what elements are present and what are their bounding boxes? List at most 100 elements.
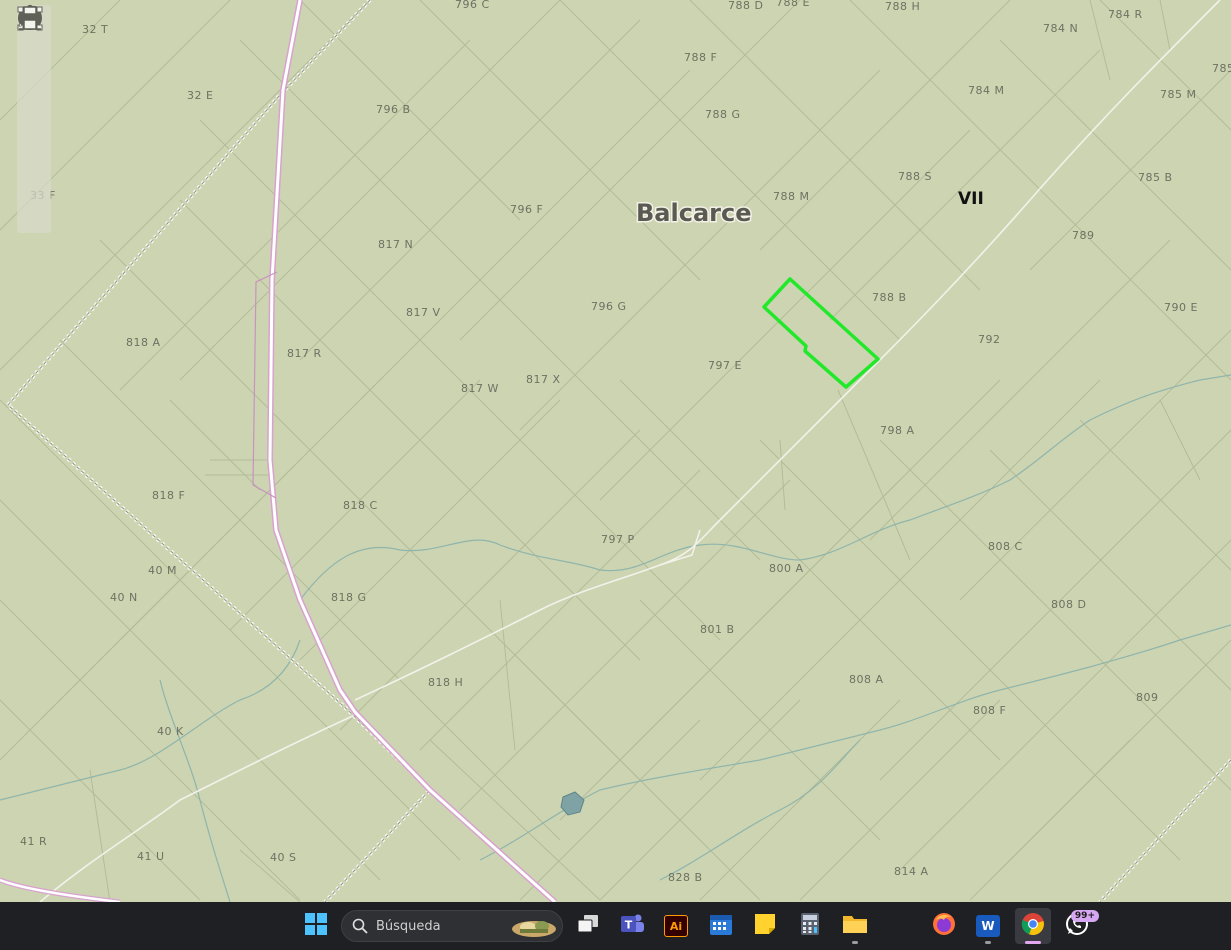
- parcel-label: 817 X: [526, 373, 561, 386]
- parcel-label: 784 M: [968, 84, 1004, 97]
- parcel-label: 818 H: [428, 676, 463, 689]
- task-view-button[interactable]: [570, 908, 606, 944]
- parcel-label: 796 B: [376, 103, 411, 116]
- pond: [560, 791, 585, 816]
- parcel-label: 32 T: [82, 23, 108, 36]
- parcel-label: 788 G: [705, 108, 741, 121]
- illustrator-icon-text: Ai: [669, 919, 683, 933]
- parcel-label: 788 F: [684, 51, 717, 64]
- info-icon[interactable]: [18, 6, 48, 131]
- illustrator-button[interactable]: Ai: [658, 908, 694, 944]
- parcel-label: 808 C: [988, 540, 1023, 553]
- search-placeholder: Búsqueda: [376, 918, 441, 934]
- map-canvas[interactable]: 796 C 788 D 788 E 788 H 784 R 784 N 785 …: [0, 0, 1231, 902]
- search-highlight-image: [510, 915, 558, 939]
- parcel-label: 808 F: [973, 704, 1006, 717]
- parcel-label: 788 S: [898, 170, 932, 183]
- parcel-labels: 796 C 788 D 788 E 788 H 784 R 784 N 785 …: [20, 0, 1231, 884]
- parcel-label: 814 A: [894, 865, 929, 878]
- parcel-label: 817 W: [461, 382, 499, 395]
- minor-roads: [39, 0, 1221, 902]
- zone-label: VII: [958, 189, 984, 209]
- parcel-label: 788 H: [885, 0, 920, 13]
- cadastral-map[interactable]: 796 C 788 D 788 E 788 H 784 R 784 N 785 …: [0, 0, 1231, 902]
- highway[interactable]: [268, 0, 557, 902]
- parcel-label: 818 A: [126, 336, 161, 349]
- calculator-icon: [799, 912, 821, 940]
- calendar-button[interactable]: [703, 908, 739, 944]
- parcel-label: 790 E: [1164, 301, 1198, 314]
- parcel-label: 817 R: [287, 347, 322, 360]
- parcel-label: 788 M: [773, 190, 809, 203]
- parcel-label: 789: [1072, 229, 1095, 242]
- file-explorer-button[interactable]: [837, 908, 873, 944]
- parcel-label: 32 E: [187, 89, 213, 102]
- taskbar-search[interactable]: Búsqueda: [341, 910, 563, 942]
- select-box-icon[interactable]: [17, 6, 48, 163]
- firefox-icon: [932, 912, 956, 940]
- highway-outline: [266, 0, 558, 902]
- parcel-label: 818 C: [343, 499, 378, 512]
- parcel-label: 808 D: [1051, 598, 1086, 611]
- zoom-out-icon[interactable]: [19, 7, 48, 99]
- chrome-button[interactable]: [1015, 908, 1051, 944]
- search-icon: [352, 918, 368, 934]
- parcel-label: 808 A: [849, 673, 884, 686]
- parcel-label: 788 D: [728, 0, 763, 12]
- parcel-boundaries: [0, 0, 1231, 902]
- parcel-label: 784 R: [1108, 8, 1143, 21]
- sticky-notes-icon: [753, 912, 777, 940]
- whatsapp-button[interactable]: 99+: [1059, 908, 1099, 944]
- parcel-label: 801 B: [700, 623, 735, 636]
- teams-button[interactable]: T: [614, 908, 650, 944]
- sticky-notes-button[interactable]: [747, 908, 783, 944]
- parcel-label: 784 N: [1043, 22, 1078, 35]
- selected-parcel[interactable]: [762, 277, 880, 389]
- measure-icon[interactable]: [19, 13, 48, 195]
- parcel-label: 796 C: [455, 0, 490, 11]
- running-indicator: [852, 941, 858, 944]
- parcel-label: 41 R: [20, 835, 47, 848]
- start-button[interactable]: [298, 908, 334, 944]
- active-indicator: [1025, 941, 1041, 944]
- zoom-in-icon[interactable]: [19, 7, 48, 67]
- parcel-label: 792: [978, 333, 1001, 346]
- word-button[interactable]: W: [970, 908, 1006, 944]
- parcel-label: 828 B: [668, 871, 703, 884]
- parcel-label: 41 U: [137, 850, 165, 863]
- taskbar: Búsqueda T Ai W 99+: [0, 902, 1231, 950]
- chrome-icon: [1021, 912, 1045, 940]
- parcel-label: 785 M: [1160, 88, 1196, 101]
- running-indicator: [985, 941, 991, 944]
- teams-icon: T: [619, 912, 645, 940]
- print-icon[interactable]: [19, 6, 48, 227]
- parcel-label: 817 V: [406, 306, 441, 319]
- parcel-label: 788 B: [872, 291, 907, 304]
- parcel-label: 40 M: [148, 564, 177, 577]
- parcel-label: 785: [1212, 62, 1231, 75]
- task-view-icon: [576, 914, 600, 938]
- calendar-icon: [709, 912, 733, 940]
- map-toolbar: [17, 5, 51, 233]
- svg-text:T: T: [625, 919, 633, 932]
- parcel-label: 40 K: [157, 725, 184, 738]
- parcel-label: 809: [1136, 691, 1159, 704]
- parcel-label: 785 B: [1138, 171, 1173, 184]
- word-icon-text: W: [981, 919, 995, 933]
- parcel-label: 817 N: [378, 238, 413, 251]
- firefox-button[interactable]: [926, 908, 962, 944]
- parcel-label: 798 A: [880, 424, 915, 437]
- city-label: Balcarce: [636, 199, 751, 227]
- parcel-label: 796 G: [591, 300, 627, 313]
- parcel-label: 797 E: [708, 359, 742, 372]
- parcel-label: 40 N: [110, 591, 138, 604]
- file-explorer-icon: [842, 913, 868, 939]
- parcel-label: 40 S: [270, 851, 296, 864]
- parcel-label: 800 A: [769, 562, 804, 575]
- calculator-button[interactable]: [792, 908, 828, 944]
- parcel-label: 796 F: [510, 203, 543, 216]
- parcel-label: 818 F: [152, 489, 185, 502]
- windows-start-icon: [305, 913, 327, 939]
- notification-badge: 99+: [1070, 910, 1099, 922]
- word-icon: W: [976, 915, 1000, 937]
